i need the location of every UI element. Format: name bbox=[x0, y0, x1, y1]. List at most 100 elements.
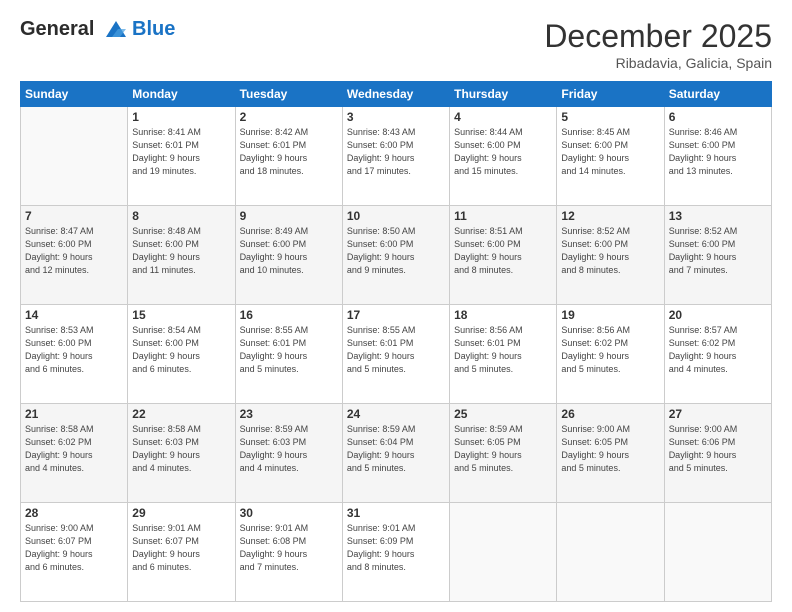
day-number: 24 bbox=[347, 407, 445, 421]
weekday-header-row: SundayMondayTuesdayWednesdayThursdayFrid… bbox=[21, 82, 772, 107]
header: General Blue December 2025 Ribadavia, Ga… bbox=[20, 18, 772, 71]
calendar-table: SundayMondayTuesdayWednesdayThursdayFrid… bbox=[20, 81, 772, 602]
day-number: 21 bbox=[25, 407, 123, 421]
day-number: 28 bbox=[25, 506, 123, 520]
title-block: December 2025 Ribadavia, Galicia, Spain bbox=[544, 18, 772, 71]
day-info: Sunrise: 8:59 AMSunset: 6:05 PMDaylight:… bbox=[454, 423, 552, 475]
calendar-cell: 3 Sunrise: 8:43 AMSunset: 6:00 PMDaylight… bbox=[342, 107, 449, 206]
day-number: 5 bbox=[561, 110, 659, 124]
day-number: 16 bbox=[240, 308, 338, 322]
day-info: Sunrise: 8:54 AMSunset: 6:00 PMDaylight:… bbox=[132, 324, 230, 376]
day-number: 29 bbox=[132, 506, 230, 520]
calendar-cell: 5 Sunrise: 8:45 AMSunset: 6:00 PMDaylight… bbox=[557, 107, 664, 206]
calendar-cell: 10 Sunrise: 8:50 AMSunset: 6:00 PMDayligh… bbox=[342, 206, 449, 305]
day-info: Sunrise: 9:00 AMSunset: 6:06 PMDaylight:… bbox=[669, 423, 767, 475]
calendar-cell: 1 Sunrise: 8:41 AMSunset: 6:01 PMDaylight… bbox=[128, 107, 235, 206]
day-number: 1 bbox=[132, 110, 230, 124]
calendar-cell: 21 Sunrise: 8:58 AMSunset: 6:02 PMDayligh… bbox=[21, 404, 128, 503]
calendar-cell: 8 Sunrise: 8:48 AMSunset: 6:00 PMDaylight… bbox=[128, 206, 235, 305]
calendar-cell: 27 Sunrise: 9:00 AMSunset: 6:06 PMDayligh… bbox=[664, 404, 771, 503]
day-info: Sunrise: 8:52 AMSunset: 6:00 PMDaylight:… bbox=[669, 225, 767, 277]
day-number: 22 bbox=[132, 407, 230, 421]
day-info: Sunrise: 8:47 AMSunset: 6:00 PMDaylight:… bbox=[25, 225, 123, 277]
day-info: Sunrise: 8:53 AMSunset: 6:00 PMDaylight:… bbox=[25, 324, 123, 376]
calendar-body: 1 Sunrise: 8:41 AMSunset: 6:01 PMDaylight… bbox=[21, 107, 772, 602]
day-info: Sunrise: 9:01 AMSunset: 6:09 PMDaylight:… bbox=[347, 522, 445, 574]
day-number: 4 bbox=[454, 110, 552, 124]
calendar-cell: 13 Sunrise: 8:52 AMSunset: 6:00 PMDayligh… bbox=[664, 206, 771, 305]
day-info: Sunrise: 9:01 AMSunset: 6:08 PMDaylight:… bbox=[240, 522, 338, 574]
day-number: 20 bbox=[669, 308, 767, 322]
logo: General Blue bbox=[20, 18, 175, 41]
weekday-header-monday: Monday bbox=[128, 82, 235, 107]
day-info: Sunrise: 8:45 AMSunset: 6:00 PMDaylight:… bbox=[561, 126, 659, 178]
day-number: 13 bbox=[669, 209, 767, 223]
day-number: 11 bbox=[454, 209, 552, 223]
day-number: 3 bbox=[347, 110, 445, 124]
calendar-cell: 31Sunrise: 9:01 AMSunset: 6:09 PMDayligh… bbox=[342, 503, 449, 602]
calendar-cell bbox=[450, 503, 557, 602]
day-info: Sunrise: 8:43 AMSunset: 6:00 PMDaylight:… bbox=[347, 126, 445, 178]
day-number: 23 bbox=[240, 407, 338, 421]
calendar-week-1: 1 Sunrise: 8:41 AMSunset: 6:01 PMDaylight… bbox=[21, 107, 772, 206]
calendar-cell: 25 Sunrise: 8:59 AMSunset: 6:05 PMDayligh… bbox=[450, 404, 557, 503]
day-info: Sunrise: 9:00 AMSunset: 6:05 PMDaylight:… bbox=[561, 423, 659, 475]
calendar-cell: 18Sunrise: 8:56 AMSunset: 6:01 PMDayligh… bbox=[450, 305, 557, 404]
calendar-cell: 22 Sunrise: 8:58 AMSunset: 6:03 PMDayligh… bbox=[128, 404, 235, 503]
day-number: 30 bbox=[240, 506, 338, 520]
logo-blue: Blue bbox=[132, 18, 175, 40]
day-info: Sunrise: 8:58 AMSunset: 6:02 PMDaylight:… bbox=[25, 423, 123, 475]
calendar-cell: 12 Sunrise: 8:52 AMSunset: 6:00 PMDayligh… bbox=[557, 206, 664, 305]
calendar-cell: 9 Sunrise: 8:49 AMSunset: 6:00 PMDaylight… bbox=[235, 206, 342, 305]
day-number: 7 bbox=[25, 209, 123, 223]
calendar-cell bbox=[21, 107, 128, 206]
day-number: 15 bbox=[132, 308, 230, 322]
calendar-cell: 23 Sunrise: 8:59 AMSunset: 6:03 PMDayligh… bbox=[235, 404, 342, 503]
day-info: Sunrise: 8:44 AMSunset: 6:00 PMDaylight:… bbox=[454, 126, 552, 178]
day-number: 6 bbox=[669, 110, 767, 124]
calendar-cell: 28 Sunrise: 9:00 AMSunset: 6:07 PMDayligh… bbox=[21, 503, 128, 602]
day-info: Sunrise: 8:56 AMSunset: 6:01 PMDaylight:… bbox=[454, 324, 552, 376]
day-info: Sunrise: 9:01 AMSunset: 6:07 PMDaylight:… bbox=[132, 522, 230, 574]
calendar-cell: 29 Sunrise: 9:01 AMSunset: 6:07 PMDayligh… bbox=[128, 503, 235, 602]
day-info: Sunrise: 8:59 AMSunset: 6:03 PMDaylight:… bbox=[240, 423, 338, 475]
calendar-cell: 24Sunrise: 8:59 AMSunset: 6:04 PMDayligh… bbox=[342, 404, 449, 503]
main-title: December 2025 bbox=[544, 18, 772, 55]
day-info: Sunrise: 8:48 AMSunset: 6:00 PMDaylight:… bbox=[132, 225, 230, 277]
calendar-cell: 20 Sunrise: 8:57 AMSunset: 6:02 PMDayligh… bbox=[664, 305, 771, 404]
calendar-week-2: 7 Sunrise: 8:47 AMSunset: 6:00 PMDaylight… bbox=[21, 206, 772, 305]
weekday-header-tuesday: Tuesday bbox=[235, 82, 342, 107]
calendar-cell: 6Sunrise: 8:46 AMSunset: 6:00 PMDaylight… bbox=[664, 107, 771, 206]
calendar-cell: 14 Sunrise: 8:53 AMSunset: 6:00 PMDayligh… bbox=[21, 305, 128, 404]
calendar-cell: 2Sunrise: 8:42 AMSunset: 6:01 PMDaylight… bbox=[235, 107, 342, 206]
calendar-cell: 16Sunrise: 8:55 AMSunset: 6:01 PMDayligh… bbox=[235, 305, 342, 404]
calendar-cell: 19Sunrise: 8:56 AMSunset: 6:02 PMDayligh… bbox=[557, 305, 664, 404]
day-number: 10 bbox=[347, 209, 445, 223]
calendar-cell: 15 Sunrise: 8:54 AMSunset: 6:00 PMDayligh… bbox=[128, 305, 235, 404]
day-info: Sunrise: 8:52 AMSunset: 6:00 PMDaylight:… bbox=[561, 225, 659, 277]
day-number: 8 bbox=[132, 209, 230, 223]
day-info: Sunrise: 8:51 AMSunset: 6:00 PMDaylight:… bbox=[454, 225, 552, 277]
day-info: Sunrise: 8:49 AMSunset: 6:00 PMDaylight:… bbox=[240, 225, 338, 277]
day-info: Sunrise: 8:50 AMSunset: 6:00 PMDaylight:… bbox=[347, 225, 445, 277]
day-number: 14 bbox=[25, 308, 123, 322]
subtitle: Ribadavia, Galicia, Spain bbox=[544, 55, 772, 71]
day-info: Sunrise: 8:55 AMSunset: 6:01 PMDaylight:… bbox=[347, 324, 445, 376]
day-number: 17 bbox=[347, 308, 445, 322]
day-info: Sunrise: 8:41 AMSunset: 6:01 PMDaylight:… bbox=[132, 126, 230, 178]
day-number: 27 bbox=[669, 407, 767, 421]
calendar-cell bbox=[664, 503, 771, 602]
day-info: Sunrise: 8:42 AMSunset: 6:01 PMDaylight:… bbox=[240, 126, 338, 178]
day-info: Sunrise: 8:56 AMSunset: 6:02 PMDaylight:… bbox=[561, 324, 659, 376]
day-info: Sunrise: 8:58 AMSunset: 6:03 PMDaylight:… bbox=[132, 423, 230, 475]
logo-icon bbox=[102, 19, 130, 41]
weekday-header-friday: Friday bbox=[557, 82, 664, 107]
weekday-header-thursday: Thursday bbox=[450, 82, 557, 107]
day-number: 12 bbox=[561, 209, 659, 223]
day-info: Sunrise: 8:57 AMSunset: 6:02 PMDaylight:… bbox=[669, 324, 767, 376]
day-info: Sunrise: 9:00 AMSunset: 6:07 PMDaylight:… bbox=[25, 522, 123, 574]
day-number: 25 bbox=[454, 407, 552, 421]
calendar-cell: 7 Sunrise: 8:47 AMSunset: 6:00 PMDaylight… bbox=[21, 206, 128, 305]
day-number: 9 bbox=[240, 209, 338, 223]
calendar-cell: 26Sunrise: 9:00 AMSunset: 6:05 PMDayligh… bbox=[557, 404, 664, 503]
